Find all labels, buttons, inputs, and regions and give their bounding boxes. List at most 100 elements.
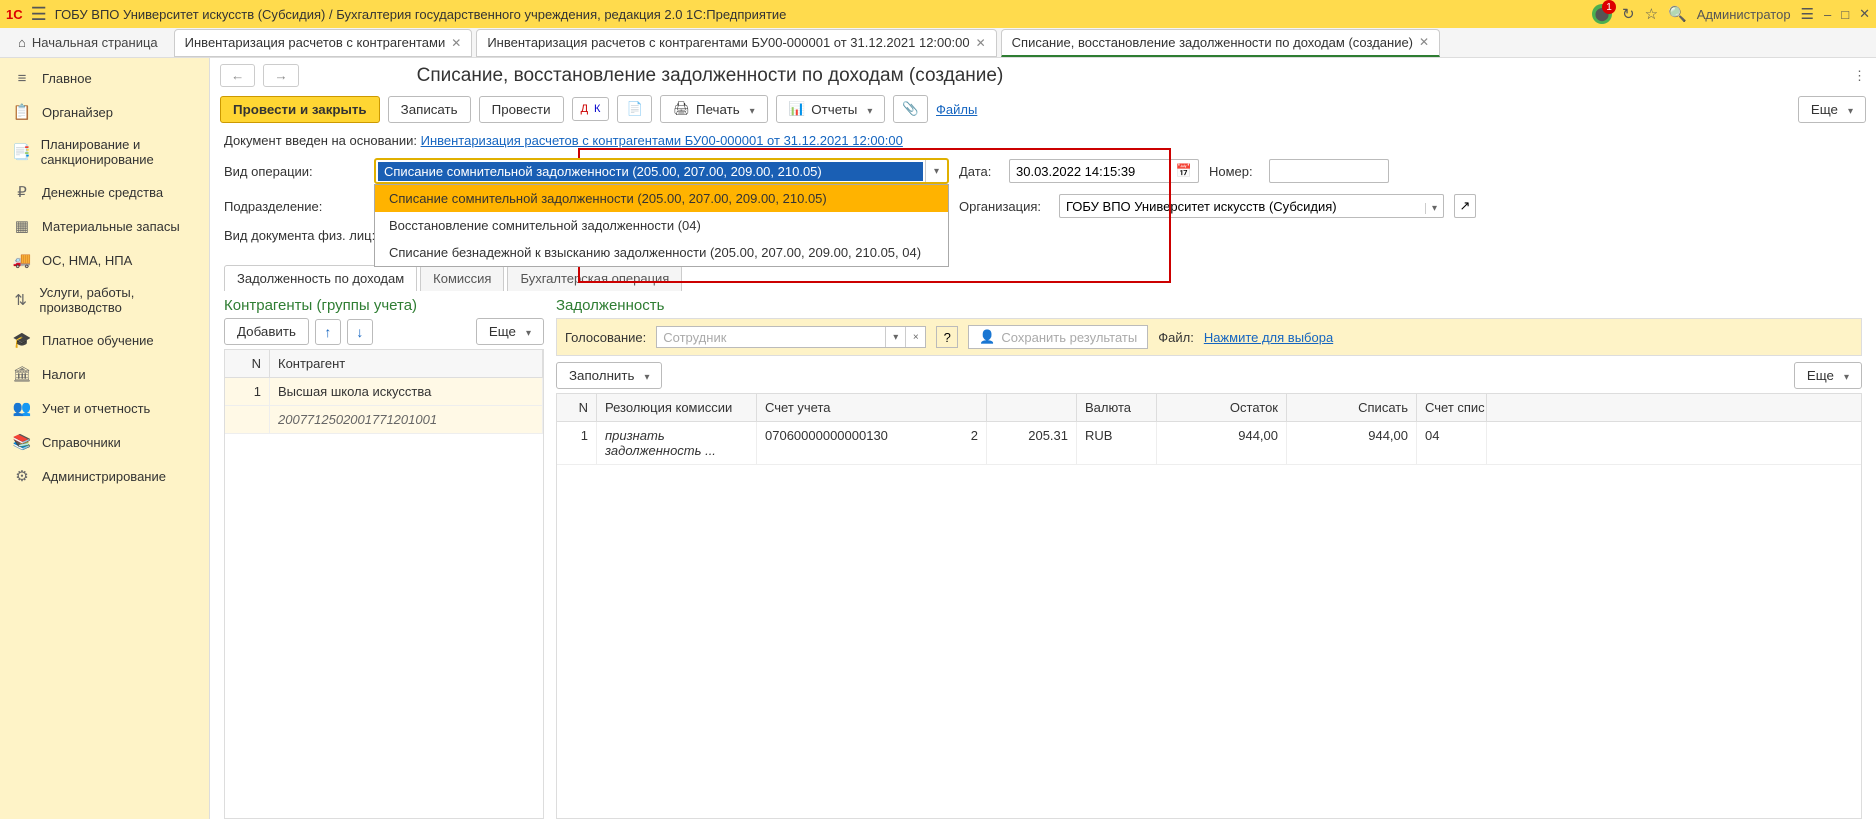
home-icon: ≡ (12, 70, 32, 87)
close-icon[interactable]: ✕ (451, 36, 461, 50)
cell-blank (225, 406, 270, 433)
notifications-badge: 1 (1602, 0, 1616, 14)
updown-icon: ⇅ (12, 291, 29, 309)
cell-n: 1 (557, 422, 597, 464)
logo-1c: 1C (6, 7, 23, 22)
sidebar-item-money[interactable]: ₽ Денежные средства (0, 175, 209, 209)
dropdown-icon[interactable]: ▾ (925, 160, 947, 182)
dropdown-icon[interactable]: ▾ (885, 327, 905, 347)
combo-option[interactable]: Списание безнадежной к взысканию задолже… (375, 239, 948, 266)
sidebar-item-planning[interactable]: 📑Планирование и санкционирование (0, 129, 209, 175)
dropdown-icon[interactable] (1419, 199, 1437, 214)
cell-resolution: признать задолженность ... (597, 422, 757, 464)
sidebar-item-materials[interactable]: ▦Материальные запасы (0, 209, 209, 243)
help-button[interactable]: ? (936, 326, 958, 348)
add-button[interactable]: Добавить (224, 318, 309, 345)
close-icon[interactable]: ✕ (976, 36, 986, 50)
sidebar-item-services[interactable]: ⇅Услуги, работы, производство (0, 277, 209, 323)
organization-input[interactable]: ГОБУ ВПО Университет искусств (Субсидия) (1059, 194, 1444, 218)
save-results-label: Сохранить результаты (1001, 330, 1137, 345)
clear-icon[interactable]: × (905, 327, 925, 347)
close-window-icon[interactable]: ✕ (1859, 6, 1870, 22)
user-label[interactable]: Администратор (1697, 7, 1791, 22)
sidebar-item-refs[interactable]: 📚Справочники (0, 425, 209, 459)
tab-inventory-doc[interactable]: Инвентаризация расчетов с контрагентами … (476, 29, 996, 57)
sidebar-item-label: Главное (42, 71, 92, 86)
doctab-debt[interactable]: Задолженность по доходам (224, 265, 417, 291)
cell-writeoff: 944,00 (1287, 422, 1417, 464)
calendar-icon[interactable]: 📅 (1176, 163, 1192, 179)
combo-option[interactable]: Списание сомнительной задолженности (205… (375, 185, 948, 212)
minimize-icon[interactable]: – (1824, 7, 1831, 22)
move-down-button[interactable]: ↓ (347, 319, 373, 345)
truck-icon: 🚚 (12, 251, 32, 269)
files-link[interactable]: Файлы (936, 102, 977, 117)
combo-option[interactable]: Восстановление сомнительной задолженност… (375, 212, 948, 239)
reports-button[interactable]: 📊Отчеты (776, 95, 886, 123)
more-button[interactable]: Еще (1794, 362, 1862, 389)
star-icon[interactable]: ☆ (1645, 5, 1658, 23)
sidebar-item-label: Учет и отчетность (42, 401, 150, 416)
printer-icon: 🖨 (673, 101, 690, 117)
ruble-icon: ₽ (12, 183, 32, 201)
expand-button[interactable]: ↗ (1454, 194, 1476, 218)
sidebar-item-organizer[interactable]: 📋Органайзер (0, 95, 209, 129)
post-and-close-button[interactable]: Провести и закрыть (220, 96, 380, 123)
save-results-button[interactable]: 👤 Сохранить результаты (968, 325, 1148, 349)
nav-back-button[interactable]: ← (220, 64, 255, 87)
table-row[interactable]: 1 Высшая школа искусства (225, 378, 543, 406)
file-label: Файл: (1158, 330, 1194, 345)
move-up-button[interactable]: ↑ (315, 319, 341, 345)
operation-type-combo[interactable]: Списание сомнительной задолженности (205… (374, 158, 949, 184)
grid-icon: ▦ (12, 217, 32, 235)
table-row[interactable]: 1 признать задолженность ... 07060000000… (557, 422, 1861, 465)
col-number: N (225, 350, 270, 377)
debit-credit-button[interactable]: ДК (572, 97, 610, 121)
doctab-commission[interactable]: Комиссия (420, 265, 504, 291)
nav-forward-button[interactable]: → (263, 64, 298, 87)
fill-button[interactable]: Заполнить (556, 362, 662, 389)
operation-type-selected: Списание сомнительной задолженности (205… (378, 162, 923, 181)
save-button[interactable]: Записать (388, 96, 471, 123)
sidebar-item-education[interactable]: 🎓Платное обучение (0, 323, 209, 357)
more-label: Еще (1811, 102, 1838, 117)
table-row-sub[interactable]: 2007712502001771201001 (225, 406, 543, 434)
sidebar-item-accounting[interactable]: 👥 Учет и отчетность (0, 391, 209, 425)
settings-bars-icon[interactable]: ☰ (1801, 5, 1814, 23)
close-icon[interactable]: ✕ (1419, 35, 1429, 49)
people-icon: 👥 (12, 399, 32, 417)
maximize-icon[interactable]: □ (1841, 7, 1849, 22)
date-input[interactable]: 30.03.2022 14:15:39 📅 (1009, 159, 1199, 183)
sidebar-item-taxes[interactable]: 🏛Налоги (0, 357, 209, 391)
fill-label: Заполнить (569, 368, 634, 383)
col-account2 (987, 394, 1077, 421)
main-menu-icon[interactable]: ☰ (31, 4, 47, 25)
base-doc-link[interactable]: Инвентаризация расчетов с контрагентами … (421, 133, 903, 148)
operation-type-dropdown: Списание сомнительной задолженности (205… (374, 184, 949, 267)
tab-inventory[interactable]: Инвентаризация расчетов с контрагентами … (174, 29, 473, 57)
planning-icon: 📑 (12, 143, 31, 161)
post-button[interactable]: Провести (479, 96, 564, 123)
vote-input[interactable]: Сотрудник ▾ × (656, 326, 926, 348)
document-icon-button[interactable]: 📄 (617, 95, 652, 123)
sidebar-item-os[interactable]: 🚚ОС, НМА, НПА (0, 243, 209, 277)
sidebar-item-label: Денежные средства (42, 185, 163, 200)
sidebar-item-main[interactable]: ≡ Главное (0, 62, 209, 95)
history-icon[interactable]: ↻ (1622, 5, 1635, 23)
notifications-icon[interactable]: ⬤ 1 (1592, 4, 1612, 24)
tab-writeoff[interactable]: Списание, восстановление задолженности п… (1001, 29, 1440, 57)
attach-button[interactable]: 📎 (893, 95, 928, 123)
search-icon[interactable]: 🔍 (1668, 5, 1687, 23)
doctab-accounting[interactable]: Бухгалтерская операция (507, 265, 682, 291)
home-tab[interactable]: ⌂ Начальная страница (6, 29, 170, 57)
sidebar-item-admin[interactable]: ⚙Администрирование (0, 459, 209, 493)
clipboard-icon: 📋 (12, 103, 32, 121)
more-button[interactable]: Еще (476, 318, 544, 345)
department-label: Подразделение: (224, 199, 364, 214)
number-input[interactable] (1269, 159, 1389, 183)
page-title: Списание, восстановление задолженности п… (417, 65, 1004, 87)
more-button[interactable]: Еще (1798, 96, 1866, 123)
print-button[interactable]: 🖨Печать (660, 95, 768, 123)
file-select-link[interactable]: Нажмите для выбора (1204, 330, 1333, 345)
page-more-icon[interactable]: ⋮ (1853, 68, 1866, 84)
